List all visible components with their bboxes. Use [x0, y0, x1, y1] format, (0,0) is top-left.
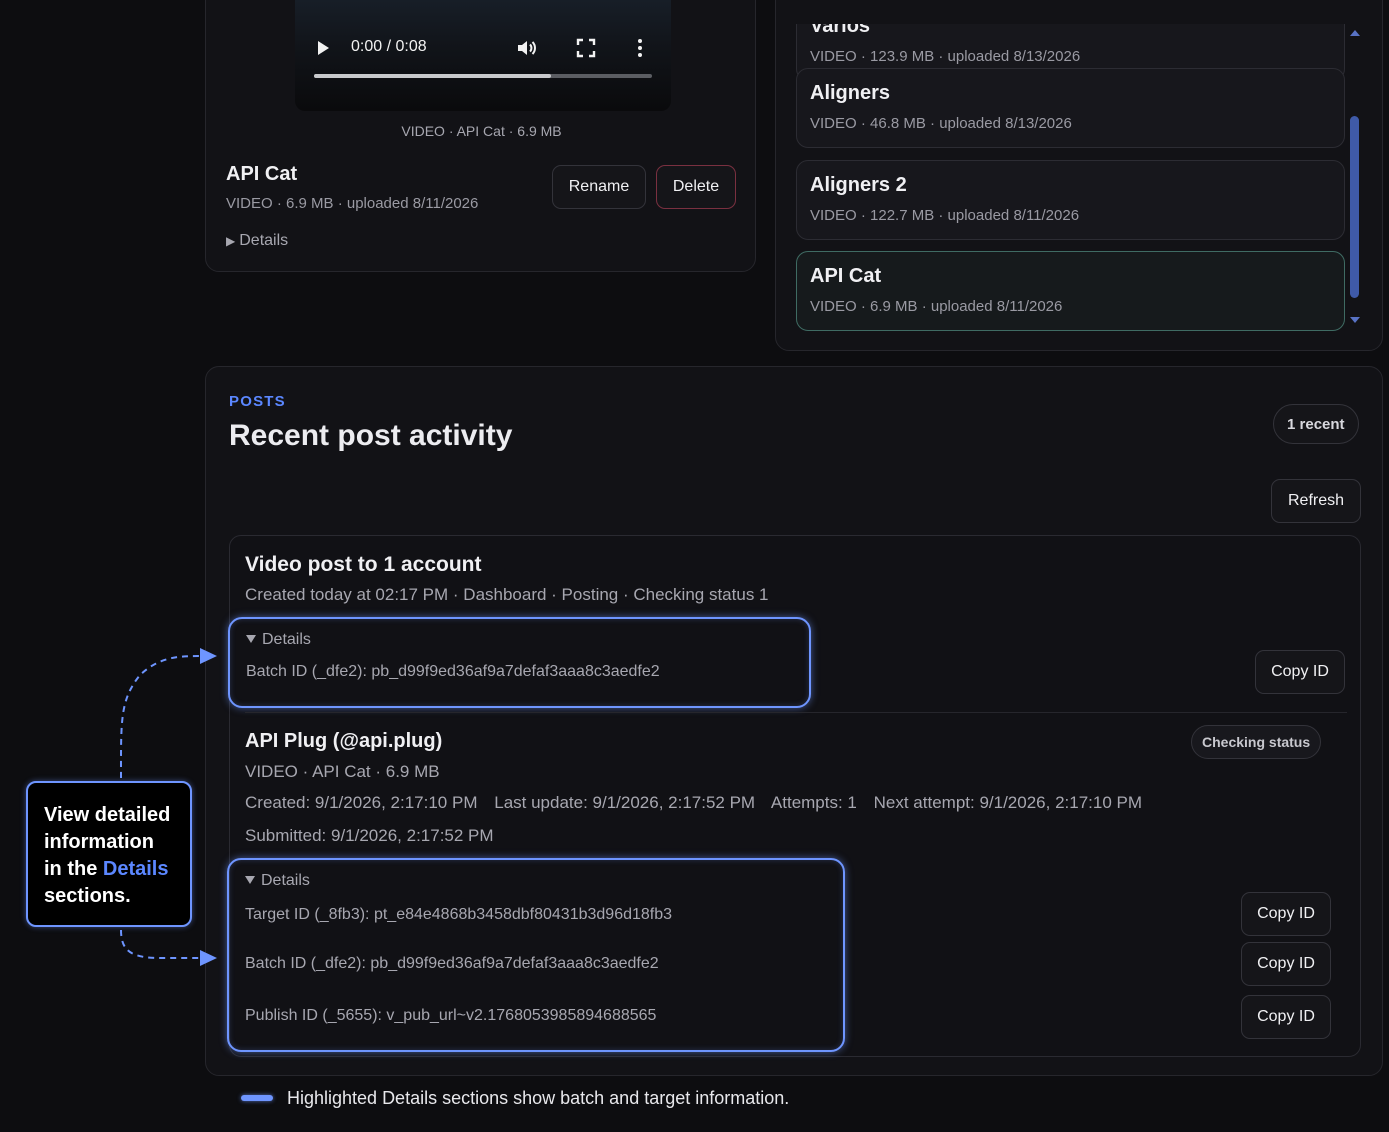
play-icon[interactable]	[318, 41, 329, 55]
library-list: Varios VIDEO · 123.9 MB · uploaded 8/13/…	[776, 24, 1356, 332]
media-details-toggle[interactable]: ▶ Details	[226, 232, 288, 250]
target-last-update: Last update: 9/1/2026, 2:17:52 PM	[494, 793, 756, 812]
more-vertical-icon[interactable]	[635, 36, 645, 60]
fullscreen-icon[interactable]	[576, 38, 596, 58]
status-badge: Checking status	[1191, 725, 1322, 759]
target-details-section: Details Target ID (_8fb3): pt_e84e4868b3…	[227, 858, 845, 1052]
media-caption: VIDEO · API Cat · 6.9 MB	[401, 123, 562, 139]
callout-highlight: Details	[102, 858, 169, 880]
publish-id-line: Publish ID (_5655): v_pub_url~v2.1768053…	[245, 1007, 657, 1024]
batch-id-line: Batch ID (_dfe2): pb_d99f9ed36af9a7defaf…	[246, 663, 660, 680]
legend-swatch	[241, 1095, 273, 1101]
scrollbar-thumb[interactable]	[1350, 116, 1359, 298]
target-timestamps: Created: 9/1/2026, 2:17:10 PM Last updat…	[245, 793, 1154, 813]
library-item-name: Varios	[810, 24, 871, 37]
library-card: Varios VIDEO · 123.9 MB · uploaded 8/13/…	[775, 0, 1383, 351]
video-controls: 0:00 / 0:08	[295, 36, 671, 60]
delete-button[interactable]: Delete	[656, 165, 736, 209]
callout-box: View detailed information in the Details…	[26, 781, 192, 927]
video-progress-fill	[314, 74, 551, 78]
library-item-meta: VIDEO · 6.9 MB · uploaded 8/11/2026	[810, 298, 1063, 315]
caret-down-icon	[246, 635, 256, 643]
library-item-name: Aligners 2	[810, 174, 907, 196]
details-label: Details	[261, 872, 310, 889]
callout-line: sections.	[44, 885, 131, 907]
copy-batch-id-button[interactable]: Copy ID	[1241, 942, 1331, 986]
legend-text: Highlighted Details sections show batch …	[287, 1087, 790, 1108]
divider	[245, 712, 1347, 713]
media-card: 0:00 / 0:08 VIDEO · API Cat · 6.9 MB API…	[205, 0, 756, 272]
callout-text: in the	[44, 858, 103, 880]
refresh-button[interactable]: Refresh	[1271, 479, 1361, 523]
media-title: API Cat	[226, 163, 298, 185]
target-title: API Plug (@api.plug)	[245, 730, 443, 752]
library-scrollbar[interactable]	[1348, 24, 1360, 332]
copy-batch-id-button[interactable]: Copy ID	[1255, 650, 1345, 694]
caret-down-icon	[245, 876, 255, 884]
target-created: Created: 9/1/2026, 2:17:10 PM	[245, 793, 478, 812]
recent-count-badge: 1 recent	[1273, 404, 1359, 444]
page-title: Recent post activity	[229, 419, 513, 452]
copy-publish-id-button[interactable]: Copy ID	[1241, 995, 1331, 1039]
video-time: 0:00 / 0:08	[351, 38, 427, 55]
target-meta: VIDEO · API Cat · 6.9 MB	[245, 762, 440, 781]
callout-line: in the Details	[44, 856, 190, 883]
library-item-name: API Cat	[810, 265, 882, 287]
posts-eyebrow: POSTS	[229, 393, 286, 410]
callout-arrows	[119, 648, 217, 966]
batch-details-section: Details Batch ID (_dfe2): pb_d99f9ed36af…	[228, 617, 811, 708]
library-item[interactable]: Aligners 2 VIDEO · 122.7 MB · uploaded 8…	[796, 160, 1345, 240]
target-submitted: Submitted: 9/1/2026, 2:17:52 PM	[245, 826, 494, 845]
media-details-label: Details	[239, 232, 289, 249]
target-batch-id-line: Batch ID (_dfe2): pb_d99f9ed36af9a7defaf…	[245, 955, 659, 972]
batch-title: Video post to 1 account	[245, 553, 482, 576]
target-next-attempt: Next attempt: 9/1/2026, 2:17:10 PM	[873, 793, 1143, 812]
batch-details-toggle[interactable]: Details	[246, 631, 311, 649]
library-item-meta: VIDEO · 46.8 MB · uploaded 8/13/2026	[810, 115, 1072, 132]
target-details-toggle[interactable]: Details	[245, 872, 310, 890]
batch-subtitle: Created today at 02:17 PM · Dashboard · …	[245, 585, 769, 604]
legend: Highlighted Details sections show batch …	[241, 1086, 789, 1110]
library-item-meta: VIDEO · 122.7 MB · uploaded 8/11/2026	[810, 207, 1080, 224]
library-item-meta: VIDEO · 123.9 MB · uploaded 8/13/2026	[810, 48, 1081, 65]
media-meta: VIDEO · 6.9 MB · uploaded 8/11/2026	[226, 195, 479, 212]
caret-right-icon: ▶	[226, 234, 236, 248]
posts-card: POSTS Recent post activity 1 recent Refr…	[205, 366, 1383, 1076]
volume-icon[interactable]	[515, 36, 539, 60]
scroll-up-icon[interactable]	[1350, 30, 1360, 36]
target-attempts: Attempts: 1	[770, 793, 857, 812]
library-item[interactable]: Aligners VIDEO · 46.8 MB · uploaded 8/13…	[796, 68, 1345, 148]
callout-line: View detailed	[44, 804, 171, 826]
video-progress-track[interactable]	[314, 74, 652, 78]
copy-target-id-button[interactable]: Copy ID	[1241, 892, 1331, 936]
rename-button[interactable]: Rename	[552, 165, 646, 209]
callout-line: information	[44, 831, 154, 853]
scroll-down-icon[interactable]	[1350, 317, 1360, 323]
library-item-selected[interactable]: API Cat VIDEO · 6.9 MB · uploaded 8/11/2…	[796, 251, 1345, 331]
library-item-name: Aligners	[810, 82, 891, 104]
details-label: Details	[262, 631, 311, 648]
target-id-line: Target ID (_8fb3): pt_e84e4868b3458dbf80…	[245, 906, 673, 923]
post-batch-card: Video post to 1 account Created today at…	[227, 535, 1361, 1057]
video-player[interactable]: 0:00 / 0:08	[295, 0, 671, 111]
